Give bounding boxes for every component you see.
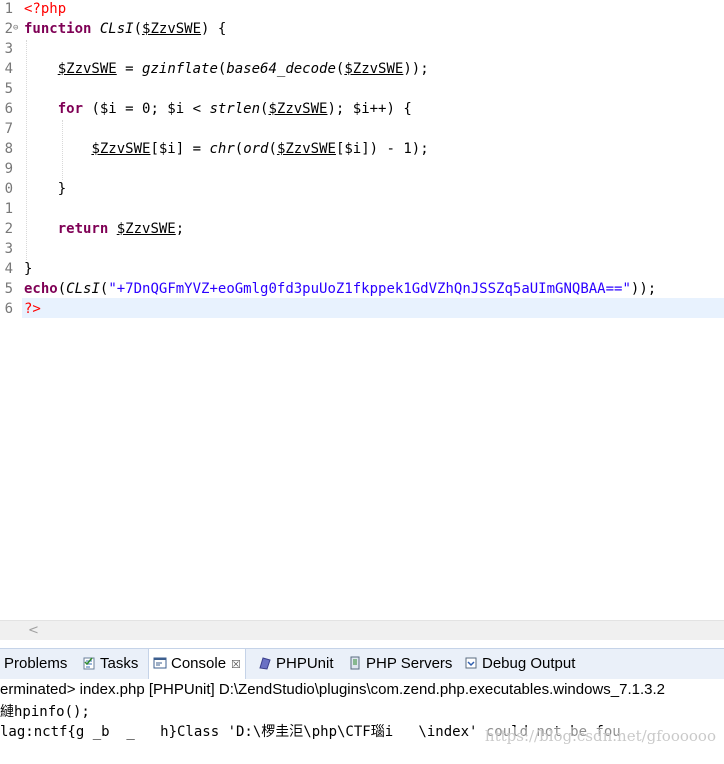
line-number: 4 <box>4 61 13 77</box>
code-token: [$i]) - 1); <box>335 141 429 157</box>
code-token: for <box>57 101 84 117</box>
panel-gap <box>0 640 724 648</box>
code-line: <?php <box>24 0 66 19</box>
code-token: = <box>116 61 143 77</box>
code-token: } <box>24 181 67 197</box>
line-number: 1 <box>4 1 13 17</box>
code-token: CLsI <box>66 281 100 297</box>
line-number: 2 <box>4 221 13 237</box>
code-token: gzinflate <box>142 61 218 77</box>
code-token: )); <box>403 61 429 77</box>
tab-php-servers[interactable]: PHP Servers <box>348 649 452 679</box>
code-token: ( <box>133 21 143 37</box>
tab-phpunit[interactable]: PHPUnit <box>258 649 334 679</box>
code-token: echo <box>24 281 58 297</box>
watermark: https://blog.csdn.net/gfoooooo <box>484 727 716 745</box>
console-status-line: erminated> index.php [PHPUnit] D:\ZendSt… <box>0 681 665 698</box>
horizontal-scrollbar[interactable]: < <box>0 620 724 641</box>
php-servers-icon <box>350 656 360 670</box>
code-token: ); $i++) { <box>327 101 412 117</box>
code-line: } <box>24 179 66 199</box>
scroll-left-arrow-icon[interactable]: < <box>28 623 39 638</box>
code-line: $ZzvSWE[$i] = chr(ord($ZzvSWE[$i]) - 1); <box>24 139 429 159</box>
code-token: ) { <box>201 21 227 37</box>
current-line-highlight <box>0 298 724 318</box>
line-number: 5 <box>4 81 13 97</box>
fold-collapse-icon[interactable]: ⊖ <box>13 18 18 38</box>
code-token: ord <box>243 141 269 157</box>
code-token: ( <box>234 141 244 157</box>
code-line: } <box>24 259 32 279</box>
tab-tasks[interactable]: Tasks <box>82 649 138 679</box>
code-token: [$i] = <box>150 141 210 157</box>
code-line: for ($i = 0; $i < strlen($ZzvSWE); $i++)… <box>24 99 412 119</box>
code-token: } <box>24 261 33 277</box>
code-token: )); <box>630 281 657 297</box>
code-line: $ZzvSWE = gzinflate(base64_decode($ZzvSW… <box>24 59 429 79</box>
code-token: $ZzvSWE <box>91 141 151 157</box>
line-number: 6 <box>4 301 13 317</box>
code-token: $ZzvSWE <box>142 21 202 37</box>
code-token: ( <box>57 281 67 297</box>
code-token: $ZzvSWE <box>57 61 117 77</box>
code-token: ( <box>268 141 277 157</box>
code-token: return <box>57 221 109 237</box>
tab-label: Console <box>171 655 227 672</box>
line-number: 0 <box>4 181 13 197</box>
line-number: 2 <box>4 21 13 37</box>
code-line: echo(CLsI("+7DnQGFmYVZ+eoGmlg0fd3puUoZ1f… <box>24 279 656 299</box>
tab-problems[interactable]: Problems <box>4 649 67 679</box>
console-tab-bar: Problems Tasks Console ☒ PHPUnit PHP Serv… <box>0 648 724 680</box>
code-token: $ZzvSWE <box>276 141 336 157</box>
line-number: 8 <box>4 141 13 157</box>
code-line: ?> <box>24 299 41 319</box>
line-number: 1 <box>4 201 13 217</box>
code-token: chr <box>209 141 235 157</box>
phpunit-icon <box>259 657 271 670</box>
code-token: $ZzvSWE <box>344 61 404 77</box>
line-number: 3 <box>4 241 13 257</box>
tab-label: Problems <box>4 655 68 672</box>
code-token: "+7DnQGFmYVZ+eoGmlg0fd3puUoZ1fkppek1GdVZ… <box>108 281 631 297</box>
line-number: 7 <box>4 121 13 137</box>
code-token: <?php <box>24 1 67 17</box>
line-number: 9 <box>4 161 13 177</box>
tab-label: PHP Servers <box>366 655 453 672</box>
tab-label: Tasks <box>100 655 139 672</box>
code-token: base64_decode <box>226 61 336 77</box>
tasks-icon <box>83 657 95 670</box>
debug-output-icon <box>465 657 477 669</box>
code-token: $ZzvSWE <box>116 221 176 237</box>
console-icon <box>153 657 167 669</box>
code-line: return $ZzvSWE; <box>24 219 184 239</box>
code-token: function <box>24 21 92 37</box>
code-token: ; <box>175 221 185 237</box>
code-token: ?> <box>24 301 41 317</box>
code-token: strlen <box>209 101 261 117</box>
line-number: 4 <box>4 261 13 277</box>
code-token: CLsI <box>99 21 134 37</box>
code-editor[interactable]: ⊖ <?php function CLsI($ZzvSWE) { $ZzvSWE … <box>0 0 724 620</box>
console-output-line: 縺hpinfo(); <box>0 704 90 720</box>
line-number: 3 <box>4 41 13 57</box>
console-output[interactable]: erminated> index.php [PHPUnit] D:\ZendSt… <box>0 679 724 764</box>
close-tab-icon[interactable]: ☒ <box>231 659 241 671</box>
line-number: 6 <box>4 101 13 117</box>
code-token: ($i = 0; $i < <box>83 101 210 117</box>
tab-debug-output[interactable]: Debug Output <box>464 649 575 679</box>
code-token: $ZzvSWE <box>268 101 328 117</box>
tab-label: PHPUnit <box>276 655 334 672</box>
tab-label: Debug Output <box>482 655 576 672</box>
code-line: function CLsI($ZzvSWE) { <box>24 19 226 39</box>
tab-console[interactable]: Console ☒ <box>148 649 246 680</box>
line-number: 5 <box>4 281 13 297</box>
